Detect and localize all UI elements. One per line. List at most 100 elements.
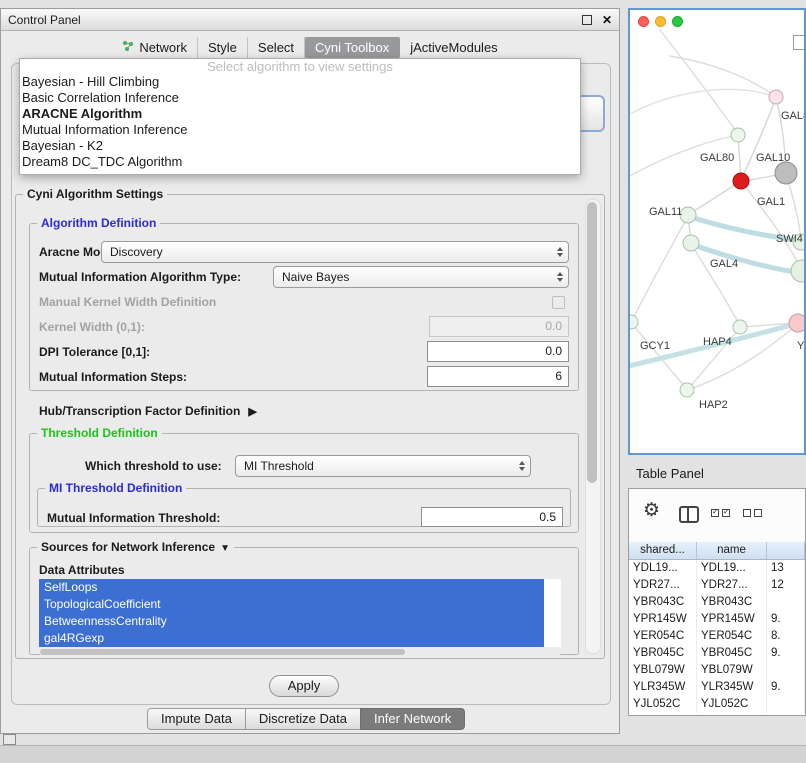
- algorithm-option[interactable]: Basic Correlation Inference: [20, 90, 580, 106]
- table-row[interactable]: YJL052CYJL052C: [629, 696, 805, 713]
- select-all-columns-icon[interactable]: [711, 509, 730, 517]
- collapse-caret-icon[interactable]: ▼: [220, 543, 230, 554]
- attribute-item[interactable]: gal4RGexp: [39, 630, 544, 647]
- network-node[interactable]: [733, 320, 747, 334]
- table-row[interactable]: YDL19...YDL19...13: [629, 560, 805, 577]
- algorithm-dropdown-list: Bayesian - Hill ClimbingBasic Correlatio…: [20, 74, 580, 170]
- table-cell: YJL052C: [697, 696, 767, 713]
- attribute-item[interactable]: BetweennessCentrality: [39, 613, 544, 630]
- table-cell: YBR043C: [629, 594, 697, 611]
- tab-cyni-toolbox[interactable]: Cyni Toolbox: [305, 37, 400, 58]
- network-edge[interactable]: [670, 56, 776, 97]
- table-cell: YER054C: [629, 628, 697, 645]
- tab-jactivemodules[interactable]: jActiveModules: [400, 37, 507, 58]
- algorithm-option[interactable]: Dream8 DC_TDC Algorithm: [20, 154, 580, 170]
- hub-definition-label: Hub/Transcription Factor Definition: [39, 404, 240, 418]
- algorithm-option[interactable]: ARACNE Algorithm: [20, 106, 580, 122]
- attribute-item[interactable]: TopologicalCoefficient: [39, 596, 544, 613]
- hub-definition-expander[interactable]: Hub/Transcription Factor Definition▶: [39, 401, 257, 421]
- algorithm-option[interactable]: Mutual Information Inference: [20, 122, 580, 138]
- table-row[interactable]: YBR045CYBR045C9.: [629, 645, 805, 662]
- group-title: Threshold Definition: [37, 426, 162, 440]
- network-node[interactable]: [680, 383, 694, 397]
- zoom-window-icon[interactable]: [672, 16, 683, 27]
- network-node[interactable]: [791, 260, 804, 282]
- table-cell: YBR043C: [697, 594, 767, 611]
- table-row[interactable]: YDR27...YDR27...12: [629, 577, 805, 594]
- table-row[interactable]: YBL079WYBL079W: [629, 662, 805, 679]
- network-edge[interactable]: [689, 181, 741, 214]
- column-header[interactable]: name: [697, 542, 767, 559]
- group-title: MI Threshold Definition: [45, 481, 186, 495]
- bottom-tabs: Impute Data Discretize Data Infer Networ…: [147, 708, 465, 730]
- mi-threshold-field[interactable]: 0.5: [421, 507, 563, 527]
- control-panel-titlebar[interactable]: Control Panel ✕: [1, 9, 619, 31]
- column-header[interactable]: [767, 542, 805, 559]
- table-row[interactable]: YBR043CYBR043C: [629, 594, 805, 611]
- attributes-hscrollbar-thumb[interactable]: [40, 649, 405, 655]
- network-edge[interactable]: [660, 30, 738, 134]
- algorithm-option[interactable]: Bayesian - K2: [20, 138, 580, 154]
- mi-steps-field[interactable]: 6: [427, 366, 569, 387]
- mi-steps-label: Mutual Information Steps:: [39, 367, 187, 387]
- kernel-width-field[interactable]: 0.0: [429, 316, 569, 337]
- data-attributes-label: Data Attributes: [39, 561, 125, 579]
- network-edge[interactable]: [630, 89, 776, 114]
- window-traffic-lights: [638, 16, 683, 27]
- tab-infer-network[interactable]: Infer Network: [360, 708, 465, 730]
- stepper-arrows-icon: [519, 456, 525, 476]
- network-view-window[interactable]: GAL80GAL10GAL11GAL1SWI4GAL4GCY1HAP4HAP2G…: [628, 8, 806, 455]
- dpi-tolerance-field[interactable]: 0.0: [427, 341, 569, 362]
- which-threshold-combo[interactable]: MI Threshold: [235, 455, 531, 477]
- network-edge[interactable]: [632, 216, 688, 321]
- network-node[interactable]: [683, 235, 699, 251]
- attributes-hscrollbar[interactable]: [39, 648, 561, 656]
- unselect-all-columns-icon[interactable]: [743, 509, 762, 517]
- tab-discretize-data[interactable]: Discretize Data: [245, 708, 361, 730]
- aracne-mode-combo[interactable]: Discovery: [101, 241, 569, 263]
- network-node-label: GAL8: [781, 110, 804, 122]
- float-panel-icon[interactable]: [582, 15, 592, 25]
- network-node[interactable]: [775, 162, 797, 184]
- table-row[interactable]: YPR145WYPR145W9.: [629, 611, 805, 628]
- network-scroll-corner[interactable]: [793, 35, 806, 50]
- tab-impute-data[interactable]: Impute Data: [147, 708, 246, 730]
- table-row[interactable]: YLR345WYLR345W9.: [629, 679, 805, 696]
- minimized-panel-icon[interactable]: [3, 734, 16, 745]
- network-node[interactable]: [789, 314, 804, 332]
- minimize-window-icon[interactable]: [655, 16, 666, 27]
- manual-kernel-checkbox[interactable]: [552, 296, 565, 309]
- network-canvas[interactable]: GAL80GAL10GAL11GAL1SWI4GAL4GCY1HAP4HAP2G…: [630, 10, 804, 453]
- close-panel-icon[interactable]: ✕: [602, 14, 612, 26]
- tab-label: Network: [139, 40, 187, 55]
- attribute-item[interactable]: SelfLoops: [39, 579, 544, 596]
- network-edge[interactable]: [741, 97, 776, 180]
- table-row[interactable]: YER054CYER054C8.: [629, 628, 805, 645]
- column-header[interactable]: shared...: [629, 542, 697, 559]
- network-node[interactable]: [630, 315, 638, 329]
- settings-scrollbar-thumb[interactable]: [587, 202, 597, 483]
- network-node[interactable]: [731, 128, 745, 142]
- network-node-label: GAL4: [710, 258, 738, 270]
- network-edge[interactable]: [691, 244, 802, 273]
- close-window-icon[interactable]: [638, 16, 649, 27]
- apply-button[interactable]: Apply: [269, 675, 339, 697]
- aracne-mode-value: Discovery: [110, 245, 163, 259]
- tab-network[interactable]: Network: [112, 37, 198, 58]
- tab-label: Style: [208, 40, 237, 55]
- network-node[interactable]: [769, 90, 783, 104]
- tab-select[interactable]: Select: [248, 37, 305, 58]
- tab-style[interactable]: Style: [198, 37, 248, 58]
- settings-scrollbar[interactable]: [585, 199, 601, 654]
- control-panel-title: Control Panel: [8, 13, 81, 27]
- algorithm-option[interactable]: Bayesian - Hill Climbing: [20, 74, 580, 90]
- network-node[interactable]: [733, 173, 749, 189]
- show-columns-icon[interactable]: [679, 506, 699, 523]
- group-title: Sources for Network Inference▼: [37, 540, 234, 554]
- algorithm-dropdown-popup: Select algorithm to view settings Bayesi…: [19, 58, 581, 175]
- dpi-tolerance-label: DPI Tolerance [0,1]:: [39, 342, 150, 362]
- mi-type-combo[interactable]: Naive Bayes: [273, 266, 569, 288]
- data-attributes-list[interactable]: SelfLoopsTopologicalCoefficientBetweenne…: [39, 579, 561, 647]
- table-settings-gear-icon[interactable]: ⚙: [643, 501, 660, 520]
- network-node-label: HAP4: [703, 336, 732, 348]
